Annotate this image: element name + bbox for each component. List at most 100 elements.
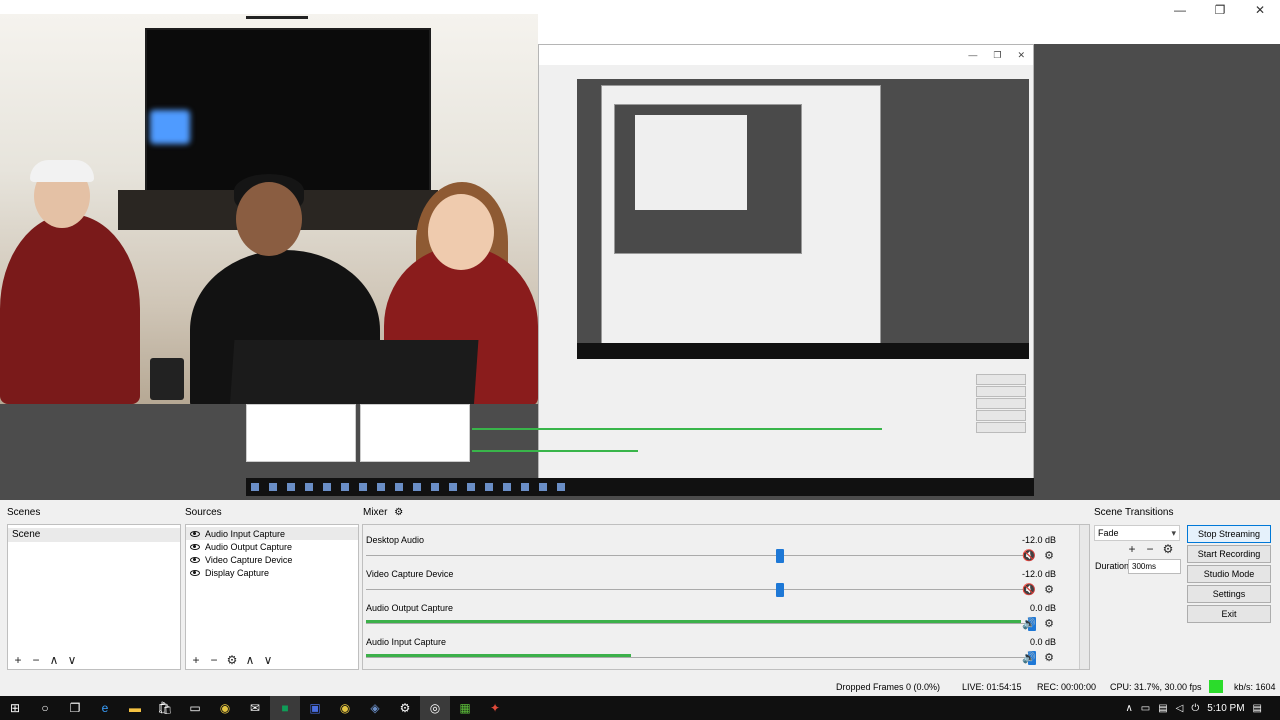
move-down-button[interactable]: ∨ <box>262 653 274 667</box>
mail-icon[interactable]: ✉ <box>240 696 270 720</box>
add-transition-button[interactable]: + <box>1126 542 1138 556</box>
mixer-dock-title: Mixer ⚙ <box>363 507 403 518</box>
volume-track[interactable] <box>366 623 1028 624</box>
source-item[interactable]: Audio Output Capture <box>186 540 358 553</box>
channel-db: -12.0 dB <box>1021 535 1056 545</box>
volume-icon[interactable]: ◁ <box>1176 703 1184 714</box>
scenes-list[interactable]: Scene + − ∧ ∨ <box>7 524 181 670</box>
chevron-up-icon[interactable]: ∧ <box>1125 703 1132 714</box>
source-label: Display Capture <box>205 567 270 578</box>
person-center-face <box>236 182 302 256</box>
task-view-icon[interactable]: ❐ <box>60 696 90 720</box>
webcam-feed <box>0 14 538 404</box>
gear-icon[interactable]: ⚙ <box>1044 617 1054 630</box>
scene-item[interactable]: Scene <box>8 528 180 542</box>
network-icon[interactable]: ▤ <box>1158 703 1167 714</box>
source-item[interactable]: Display Capture <box>186 566 358 579</box>
duration-input[interactable]: 300ms <box>1128 559 1181 574</box>
minimize-button[interactable]: — <box>1160 0 1200 20</box>
stream-health-indicator <box>1209 680 1223 693</box>
eye-icon[interactable] <box>190 556 200 563</box>
transitions-dock-title: Scene Transitions <box>1094 507 1174 518</box>
nested-button <box>976 386 1026 397</box>
mixer-channel: Audio Output Capture 0.0 dB 🔊 ⚙ <box>366 603 1056 637</box>
settings-button[interactable]: Settings <box>1187 585 1271 603</box>
chrome-icon[interactable]: ◉ <box>210 696 240 720</box>
exit-button[interactable]: Exit <box>1187 605 1271 623</box>
nested-host-taskbar <box>246 478 1034 496</box>
nested-button <box>976 398 1026 409</box>
nested-docks <box>246 404 470 466</box>
transition-select[interactable]: Fade <box>1094 525 1180 541</box>
gear-icon[interactable]: ⚙ <box>1044 583 1054 596</box>
app-icon[interactable]: ▣ <box>300 696 330 720</box>
eye-icon[interactable] <box>190 530 200 537</box>
close-icon: ✕ <box>1017 49 1025 60</box>
source-label: Audio Output Capture <box>205 541 293 552</box>
nested-preview-level3 <box>614 104 802 254</box>
stop-streaming-button[interactable]: Stop Streaming <box>1187 525 1271 543</box>
store-icon[interactable]: 🛍 <box>150 696 180 720</box>
nested-controls <box>976 374 1026 434</box>
app-icon[interactable]: ▦ <box>450 696 480 720</box>
chrome-icon[interactable]: ◉ <box>330 696 360 720</box>
close-button[interactable]: ✕ <box>1240 0 1280 20</box>
volume-slider[interactable] <box>776 549 784 563</box>
windows-logo-icon[interactable]: ⊞ <box>0 696 30 720</box>
muted-speaker-icon[interactable]: 🔇 <box>1022 583 1036 596</box>
gear-icon[interactable]: ⚙ <box>1044 651 1054 664</box>
move-up-button[interactable]: ∧ <box>244 653 256 667</box>
obs-icon[interactable]: ◎ <box>420 696 450 720</box>
file-explorer-icon[interactable]: ▬ <box>120 696 150 720</box>
hangouts-icon[interactable]: ■ <box>270 696 300 720</box>
bitrate: kb/s: 1604 <box>1234 682 1276 692</box>
remove-scene-button[interactable]: − <box>30 653 42 667</box>
phone <box>150 358 184 400</box>
gear-icon[interactable]: ⚙ <box>394 507 403 518</box>
muted-speaker-icon[interactable]: 🔇 <box>1022 549 1036 562</box>
cortana-icon[interactable]: ○ <box>30 696 60 720</box>
app-icon[interactable]: ✦ <box>480 696 510 720</box>
gear-icon[interactable]: ⚙ <box>226 653 238 667</box>
eye-icon[interactable] <box>190 569 200 576</box>
volume-track[interactable] <box>366 555 1028 556</box>
gear-icon[interactable]: ⚙ <box>1044 549 1054 562</box>
add-scene-button[interactable]: + <box>12 653 24 667</box>
channel-db: -12.0 dB <box>1021 569 1056 579</box>
move-up-button[interactable]: ∧ <box>48 653 60 667</box>
terminal-icon[interactable]: ▭ <box>180 696 210 720</box>
source-item[interactable]: Video Capture Device <box>186 553 358 566</box>
studio-mode-button[interactable]: Studio Mode <box>1187 565 1271 583</box>
mixer-scrollbar[interactable] <box>1079 525 1089 669</box>
nested-taskbar <box>577 343 1029 359</box>
notification-icon[interactable]: ▤ <box>1253 703 1262 714</box>
edge-icon[interactable]: e <box>90 696 120 720</box>
start-recording-button[interactable]: Start Recording <box>1187 545 1271 563</box>
remove-transition-button[interactable]: − <box>1144 542 1156 556</box>
maximize-icon: ❐ <box>993 49 1002 60</box>
channel-name: Audio Output Capture <box>366 603 454 613</box>
gear-icon[interactable]: ⚙ <box>1162 542 1174 556</box>
source-label: Video Capture Device <box>205 554 293 565</box>
sources-list[interactable]: Audio Input Capture Audio Output Capture… <box>185 524 359 670</box>
volume-track[interactable] <box>366 589 1028 590</box>
nested-button <box>976 374 1026 385</box>
clock[interactable]: 5:10 PM <box>1207 703 1244 714</box>
remove-source-button[interactable]: − <box>208 653 220 667</box>
app-icon[interactable]: ◈ <box>360 696 390 720</box>
speaker-icon[interactable]: 🔊 <box>1022 651 1036 664</box>
add-source-button[interactable]: + <box>190 653 202 667</box>
source-item[interactable]: Audio Input Capture <box>186 527 358 540</box>
dropped-frames: Dropped Frames 0 (0.0%) <box>836 682 941 692</box>
volume-slider[interactable] <box>776 583 784 597</box>
preview-canvas[interactable]: — ❐ ✕ <box>0 0 1280 500</box>
power-icon[interactable]: ⏻ <box>1191 703 1199 714</box>
volume-meter <box>366 620 1021 623</box>
eye-icon[interactable] <box>190 543 200 550</box>
maximize-button[interactable]: ❐ <box>1200 0 1240 20</box>
battery-icon[interactable]: ▭ <box>1141 703 1150 714</box>
speaker-icon[interactable]: 🔊 <box>1022 617 1036 630</box>
volume-track[interactable] <box>366 657 1028 658</box>
settings-icon[interactable]: ⚙ <box>390 696 420 720</box>
move-down-button[interactable]: ∨ <box>66 653 78 667</box>
